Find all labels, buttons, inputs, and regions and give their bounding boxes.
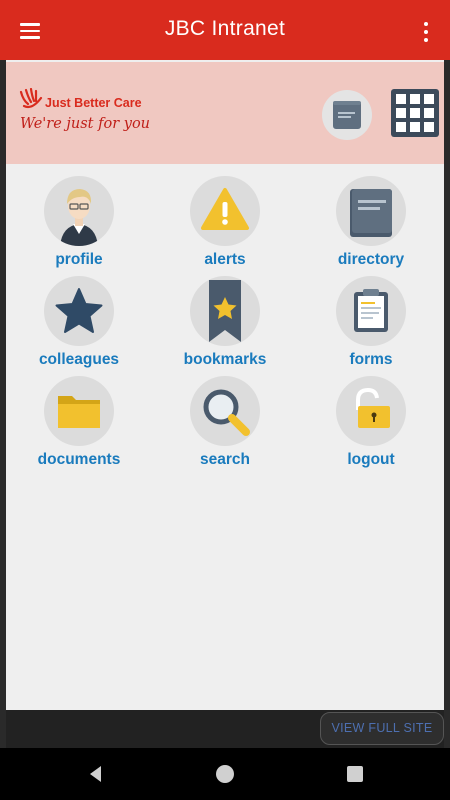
tile-colleagues[interactable]: colleagues <box>6 276 152 376</box>
logo-tagline: We're just for you <box>20 116 151 132</box>
app-title: JBC Intranet <box>164 17 286 40</box>
tile-label: documents <box>37 451 121 468</box>
brand-header: Just Better Care We're just for you <box>6 62 444 164</box>
logo-name: Just Better Care <box>45 96 142 110</box>
header-directory-button[interactable] <box>322 90 372 140</box>
app-bar: JBC Intranet <box>0 0 450 60</box>
just-better-care-logo[interactable]: Just Better Care We're just for you <box>18 88 168 144</box>
system-nav-bar <box>0 748 450 800</box>
padlock-icon <box>336 376 406 446</box>
folder-icon <box>44 376 114 446</box>
recents-icon[interactable] <box>344 763 366 785</box>
tile-profile[interactable]: profile <box>6 176 152 276</box>
tile-label: alerts <box>204 251 246 268</box>
more-vert-icon[interactable] <box>412 18 440 46</box>
tile-documents[interactable]: documents <box>6 376 152 476</box>
back-icon[interactable] <box>85 763 107 785</box>
tile-label: forms <box>349 351 393 368</box>
main-content: Just Better Care We're just for you prof… <box>6 60 444 710</box>
search-icon <box>190 376 260 446</box>
tile-directory[interactable]: directory <box>298 176 444 276</box>
star-icon <box>44 276 114 346</box>
bookmark-icon <box>190 276 260 346</box>
tile-search[interactable]: search <box>152 376 298 476</box>
tile-bookmarks[interactable]: bookmarks <box>152 276 298 376</box>
tile-forms[interactable]: forms <box>298 276 444 376</box>
footer-bar: VIEW FULL SITE <box>6 710 444 748</box>
tile-label: colleagues <box>38 351 120 368</box>
profile-icon <box>44 176 114 246</box>
tile-label: directory <box>337 251 405 268</box>
hand-logo-icon <box>19 88 43 109</box>
tile-alerts[interactable]: alerts <box>152 176 298 276</box>
tile-logout[interactable]: logout <box>298 376 444 476</box>
clipboard-icon <box>336 276 406 346</box>
grid-menu-icon <box>396 94 434 132</box>
view-full-site-button[interactable]: VIEW FULL SITE <box>320 712 444 745</box>
tile-label: search <box>200 451 250 468</box>
tile-label: bookmarks <box>183 351 267 368</box>
home-icon[interactable] <box>214 763 236 785</box>
alert-icon <box>190 176 260 246</box>
tile-label: profile <box>55 251 103 268</box>
tile-label: logout <box>347 451 395 468</box>
directory-book-icon <box>333 101 361 129</box>
grid-menu-button[interactable] <box>391 89 439 137</box>
directory-icon <box>336 176 406 246</box>
